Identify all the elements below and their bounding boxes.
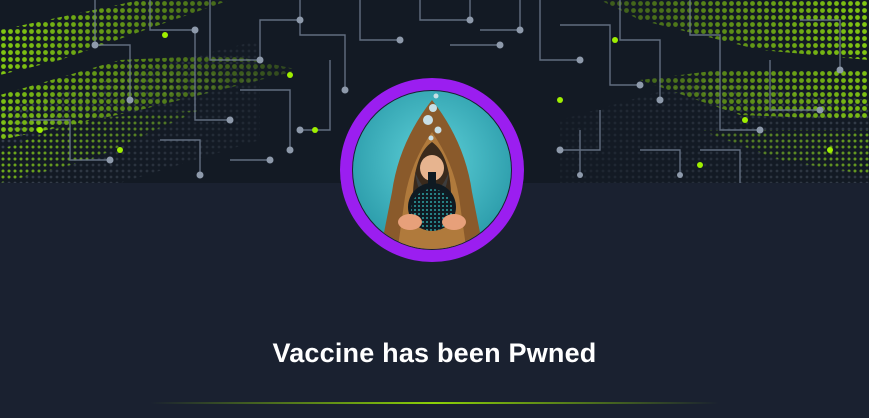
machine-avatar	[337, 72, 527, 268]
hooded-alchemist-avatar-icon	[340, 78, 524, 262]
pwned-page: Vaccine has been Pwned	[0, 0, 869, 418]
pwned-title: Vaccine has been Pwned	[272, 338, 597, 368]
title-divider	[150, 402, 719, 404]
